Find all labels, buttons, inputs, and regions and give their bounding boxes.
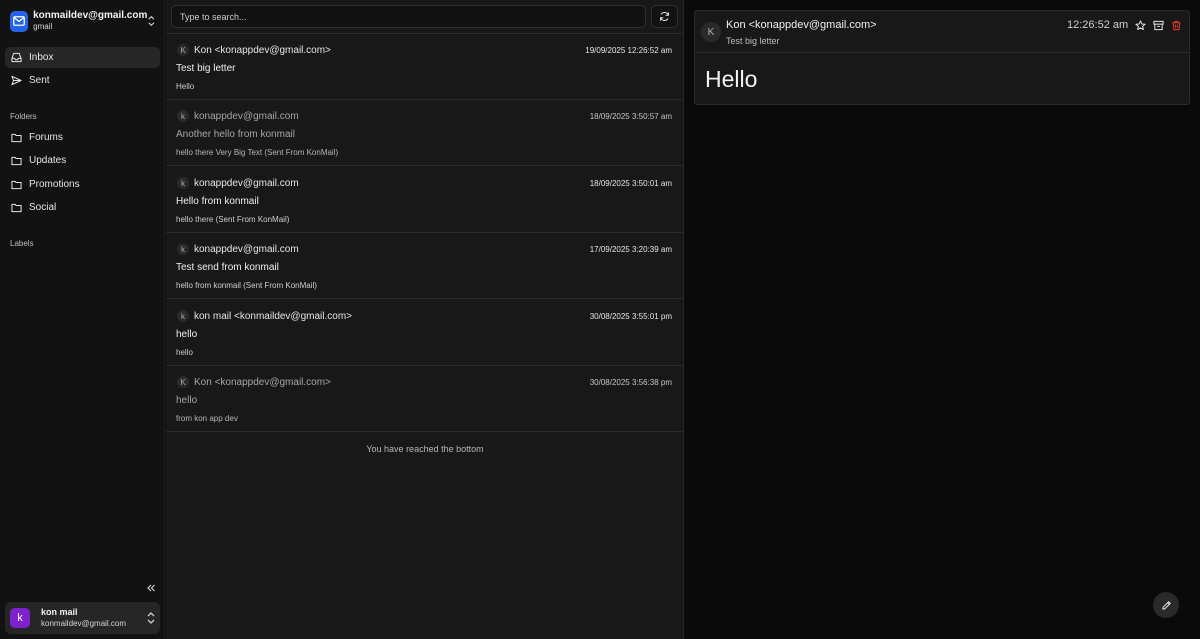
folder-label: Updates [29, 155, 67, 166]
mail-from: Kon <konappdev@gmail.com> [194, 377, 331, 388]
sender-avatar: k [177, 310, 189, 322]
mail-date: 30/08/2025 3:56:38 pm [589, 378, 672, 387]
mail-list-item[interactable]: k konappdev@gmail.com 17/09/2025 3:20:39… [166, 233, 684, 299]
inbox-icon [11, 52, 22, 63]
chevrons-up-down-icon [147, 612, 155, 624]
archive-icon [1152, 20, 1164, 30]
folder-icon [11, 180, 22, 189]
nav-item-sent[interactable]: Sent [5, 70, 160, 91]
end-of-list-note: You have reached the bottom [366, 444, 484, 454]
folder-label: Forums [29, 132, 63, 143]
nav-label: Sent [29, 75, 50, 86]
mail-subject: Another hello from konmail [176, 129, 295, 140]
delete-button[interactable] [1169, 18, 1183, 32]
sidebar-item-updates[interactable]: Updates [5, 150, 160, 171]
mail-preview: Hello [176, 82, 195, 91]
sender-avatar: k [177, 243, 189, 255]
user-name: kon mail [41, 607, 78, 617]
refresh-icon [660, 11, 669, 22]
sender-avatar: k [177, 177, 189, 189]
folder-icon [11, 156, 22, 165]
mail-list-pane: K Kon <konappdev@gmail.com> 19/09/2025 1… [166, 0, 684, 639]
chevrons-left-icon [147, 584, 155, 592]
sender-avatar: K [701, 22, 721, 42]
sender-avatar: K [177, 44, 189, 56]
message-subject: Test big letter [726, 36, 780, 46]
sidebar: konmaildev@gmail.com gmail Inbox Sent Fo… [0, 0, 165, 639]
account-info: konmaildev@gmail.com gmail [33, 10, 147, 32]
star-button[interactable] [1133, 18, 1147, 32]
sidebar-item-social[interactable]: Social [5, 197, 160, 218]
account-email: konmaildev@gmail.com [33, 10, 148, 21]
user-email: konmaildev@gmail.com [41, 619, 127, 628]
account-provider: gmail [33, 22, 53, 31]
archive-button[interactable] [1151, 18, 1165, 32]
avatar: k [10, 608, 30, 628]
message-header: K Kon <konappdev@gmail.com> Test big let… [695, 11, 1189, 53]
mail-date: 18/09/2025 3:50:01 am [589, 179, 672, 188]
mail-from: konappdev@gmail.com [194, 178, 299, 189]
send-icon [11, 75, 22, 86]
mail-subject: Test big letter [176, 63, 236, 74]
mail-from: Kon <konappdev@gmail.com> [194, 45, 331, 56]
mail-preview: hello there (Sent From KonMail) [176, 215, 290, 224]
mail-list-item[interactable]: k konappdev@gmail.com 18/09/2025 3:50:01… [166, 167, 684, 233]
user-info: kon mail konmaildev@gmail.com [41, 607, 146, 629]
sidebar-item-promotions[interactable]: Promotions [5, 174, 160, 195]
mail-from: kon mail <konmaildev@gmail.com> [194, 311, 352, 322]
sender-avatar: K [177, 376, 189, 388]
message-card: K Kon <konappdev@gmail.com> Test big let… [694, 10, 1190, 105]
mail-icon [10, 10, 29, 32]
message-body: Hello [705, 66, 758, 92]
mail-subject: hello [176, 329, 198, 340]
sidebar-item-forums[interactable]: Forums [5, 127, 160, 148]
mail-preview: hello [176, 348, 193, 357]
mail-subject: hello [176, 395, 198, 406]
folder-label: Social [29, 202, 57, 213]
mail-preview: hello from konmail (Sent From KonMail) [176, 281, 317, 290]
user-menu[interactable]: k kon mail konmaildev@gmail.com [5, 602, 160, 634]
mail-list-item[interactable]: K Kon <konappdev@gmail.com> 19/09/2025 1… [166, 34, 684, 100]
mail-date: 19/09/2025 12:26:52 am [585, 46, 672, 55]
mail-list-item[interactable]: k konappdev@gmail.com 18/09/2025 3:50:57… [166, 100, 684, 166]
folder-icon [11, 133, 22, 142]
star-icon [1134, 19, 1146, 30]
folders-heading: Folders [10, 112, 37, 121]
mail-date: 30/08/2025 3:55:01 pm [589, 312, 672, 321]
mail-preview: hello there Very Big Text (Sent From Kon… [176, 148, 339, 157]
sender-avatar: k [177, 110, 189, 122]
search-input[interactable] [171, 5, 646, 28]
message-from: Kon <konappdev@gmail.com> [726, 19, 877, 31]
mail-list-item[interactable]: K Kon <konappdev@gmail.com> 30/08/2025 3… [166, 366, 684, 432]
collapse-sidebar-button[interactable] [144, 581, 158, 595]
mail-list-item[interactable]: k kon mail <konmaildev@gmail.com> 30/08/… [166, 300, 684, 366]
pencil-icon [1161, 600, 1171, 610]
refresh-button[interactable] [651, 5, 678, 28]
folder-icon [11, 203, 22, 212]
mail-preview: from kon app dev [176, 414, 238, 423]
mail-date: 18/09/2025 3:50:57 am [589, 112, 672, 121]
mail-from: konappdev@gmail.com [194, 244, 299, 255]
nav-label: Inbox [29, 52, 54, 63]
mail-from: konappdev@gmail.com [194, 111, 299, 122]
chevrons-up-down-icon [148, 15, 155, 27]
compose-button[interactable] [1153, 592, 1179, 618]
mail-subject: Hello from konmail [176, 196, 259, 207]
folder-label: Promotions [29, 179, 80, 190]
reading-pane: K Kon <konappdev@gmail.com> Test big let… [685, 0, 1200, 639]
mail-date: 17/09/2025 3:20:39 am [589, 245, 672, 254]
message-time: 12:26:52 am [1067, 19, 1129, 31]
trash-icon [1171, 20, 1181, 30]
nav-item-inbox[interactable]: Inbox [5, 47, 160, 68]
labels-heading: Labels [10, 239, 34, 248]
account-switcher[interactable]: konmaildev@gmail.com gmail [5, 5, 160, 37]
mail-subject: Test send from konmail [176, 262, 279, 273]
